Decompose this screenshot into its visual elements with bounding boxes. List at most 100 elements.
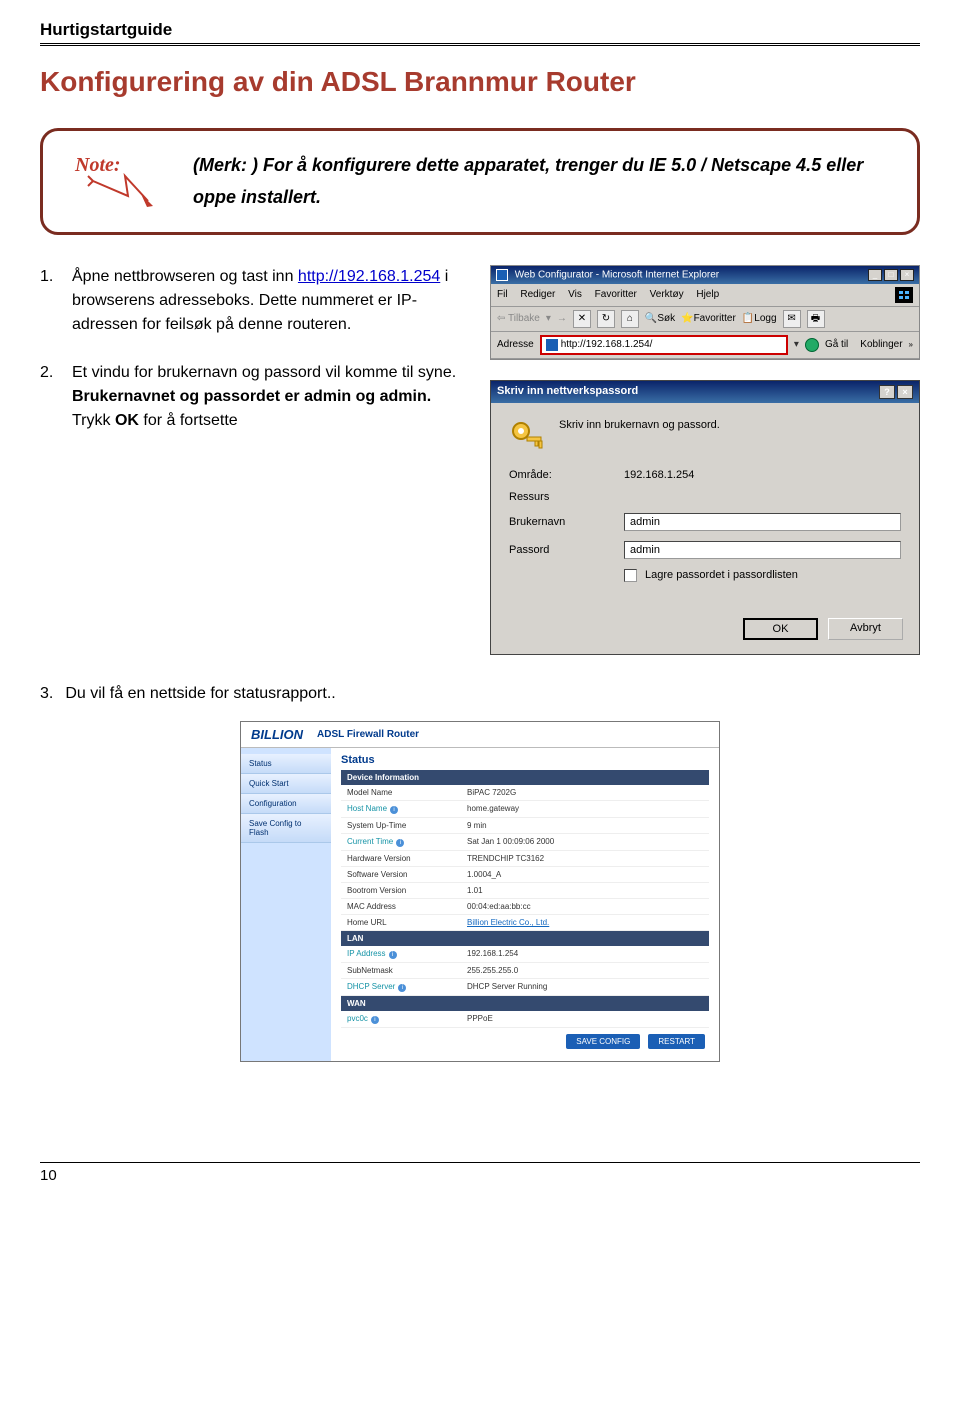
status-key: IP Addressi <box>347 949 467 959</box>
page-title: Konfigurering av din ADSL Brannmur Route… <box>40 66 920 98</box>
save-config-button[interactable]: SAVE CONFIG <box>566 1034 640 1049</box>
step-2-text-b: Trykk <box>72 412 115 429</box>
status-row: Home URLBillion Electric Co., Ltd. <box>341 915 709 931</box>
tb-sok[interactable]: Søk <box>657 313 675 324</box>
tb-back[interactable]: Tilbake <box>508 313 540 324</box>
menu-vis[interactable]: Vis <box>568 289 582 300</box>
status-row: Bootrom Version1.01 <box>341 883 709 899</box>
status-value[interactable]: Billion Electric Co., Ltd. <box>467 918 549 927</box>
step-2: 2. Et vindu for brukernavn og passord vi… <box>40 361 470 433</box>
ok-button[interactable]: OK <box>743 618 818 640</box>
step-2-ok: OK <box>115 412 139 429</box>
koblinger-label[interactable]: Koblinger <box>860 339 902 350</box>
close-icon[interactable]: × <box>900 269 914 281</box>
stop-icon[interactable]: ✕ <box>573 310 591 328</box>
status-value: 00:04:ed:aa:bb:cc <box>467 902 531 911</box>
address-input[interactable]: http://192.168.1.254/ <box>540 335 788 355</box>
status-heading: Status <box>341 754 709 766</box>
step-1-text-a: Åpne nettbrowseren og tast inn <box>72 268 298 285</box>
browser-title: Web Configurator - Microsoft Internet Ex… <box>496 269 719 281</box>
browser-toolbar: ⇦ Tilbake ▾ → ✕ ↻ ⌂ 🔍Søk ⭐Favoritter 📋Lo… <box>491 307 919 332</box>
minimize-icon[interactable]: _ <box>868 269 882 281</box>
menu-rediger[interactable]: Rediger <box>520 289 555 300</box>
menu-verktoy[interactable]: Verktøy <box>650 289 684 300</box>
status-value: 255.255.255.0 <box>467 966 518 975</box>
maximize-icon[interactable]: □ <box>884 269 898 281</box>
note-text: (Merk: ) For å konfigurere dette apparat… <box>193 149 887 214</box>
status-value: home.gateway <box>467 804 519 814</box>
section-lan: LAN <box>341 931 709 946</box>
menu-fil[interactable]: Fil <box>497 289 508 300</box>
status-key: Host Namei <box>347 804 467 814</box>
status-key: System Up-Time <box>347 821 467 830</box>
status-row: IP Addressi192.168.1.254 <box>341 946 709 963</box>
ie-logo-icon <box>895 287 913 303</box>
status-value: Sat Jan 1 00:09:06 2000 <box>467 837 554 847</box>
sidebar-item[interactable]: Status <box>241 754 331 774</box>
browser-addressbar: Adresse http://192.168.1.254/ ▾ Gå til K… <box>491 332 919 359</box>
browser-menubar: Fil Rediger Vis Favoritter Verktøy Hjelp <box>491 284 919 307</box>
info-icon: i <box>389 951 397 959</box>
dialog-close-icon[interactable]: × <box>897 385 913 399</box>
section-wan: WAN <box>341 996 709 1011</box>
dialog-desc: Skriv inn brukernavn og passord. <box>559 419 720 431</box>
status-row: DHCP ServeriDHCP Server Running <box>341 979 709 996</box>
status-row: MAC Address00:04:ed:aa:bb:cc <box>341 899 709 915</box>
status-row: Software Version1.0004_A <box>341 867 709 883</box>
step-1: 1. Åpne nettbrowseren og tast inn http:/… <box>40 265 470 337</box>
status-row: Model NameBiPAC 7202G <box>341 785 709 801</box>
status-value: BiPAC 7202G <box>467 788 516 797</box>
status-row: Hardware VersionTRENDCHIP TC3162 <box>341 851 709 867</box>
sidebar-item[interactable]: Quick Start <box>241 774 331 794</box>
refresh-icon[interactable]: ↻ <box>597 310 615 328</box>
step-3-num: 3. <box>40 685 53 703</box>
status-value: 9 min <box>467 821 487 830</box>
status-key: Bootrom Version <box>347 886 467 895</box>
note-box: Note: (Merk: ) For å konfigurere dette a… <box>40 128 920 235</box>
tb-logg[interactable]: Logg <box>754 313 776 324</box>
ressurs-label: Ressurs <box>509 491 624 503</box>
passord-label: Passord <box>509 544 624 556</box>
status-header: BILLION ADSL Firewall Router <box>241 722 719 748</box>
menu-favoritter[interactable]: Favoritter <box>595 289 637 300</box>
go-label: Gå til <box>825 339 848 350</box>
tb-fav[interactable]: Favoritter <box>694 313 736 324</box>
menu-hjelp[interactable]: Hjelp <box>696 289 719 300</box>
sidebar-item[interactable]: Configuration <box>241 794 331 814</box>
step-1-link[interactable]: http://192.168.1.254 <box>298 268 440 285</box>
doc-header: Hurtigstartguide <box>40 20 920 46</box>
status-value: DHCP Server Running <box>467 982 547 992</box>
info-icon: i <box>371 1016 379 1024</box>
status-key: Software Version <box>347 870 467 879</box>
cancel-button[interactable]: Avbryt <box>828 618 903 640</box>
step-3-text: Du vil få en nettside for statusrapport.… <box>65 685 335 703</box>
password-input[interactable]: admin <box>624 541 901 559</box>
status-key: pvc0ci <box>347 1014 467 1024</box>
username-input[interactable]: admin <box>624 513 901 531</box>
mail-icon[interactable]: ✉ <box>783 310 801 328</box>
go-icon[interactable] <box>805 338 819 352</box>
password-dialog: Skriv inn nettverkspassord ? × Skriv inn… <box>490 380 920 655</box>
dialog-help-icon[interactable]: ? <box>879 385 895 399</box>
info-icon: i <box>396 839 404 847</box>
svg-text:Note:: Note: <box>74 154 121 176</box>
sidebar-item[interactable]: Save Config to Flash <box>241 814 331 843</box>
save-password-checkbox[interactable] <box>624 569 637 582</box>
status-row: System Up-Time9 min <box>341 818 709 834</box>
status-key: Home URL <box>347 918 467 927</box>
status-key: Hardware Version <box>347 854 467 863</box>
home-icon[interactable]: ⌂ <box>621 310 639 328</box>
status-key: Model Name <box>347 788 467 797</box>
restart-button[interactable]: RESTART <box>648 1034 705 1049</box>
step-2-num: 2. <box>40 361 60 433</box>
key-icon <box>509 419 545 455</box>
address-label: Adresse <box>497 339 534 350</box>
status-row: Host Nameihome.gateway <box>341 801 709 818</box>
omrade-value: 192.168.1.254 <box>624 469 694 481</box>
dialog-titlebar: Skriv inn nettverkspassord ? × <box>491 381 919 403</box>
info-icon: i <box>390 806 398 814</box>
status-row: SubNetmask255.255.255.0 <box>341 963 709 979</box>
status-value: 1.01 <box>467 886 483 895</box>
status-row: Current TimeiSat Jan 1 00:09:06 2000 <box>341 834 709 851</box>
print-icon[interactable]: 🖶 <box>807 310 825 328</box>
